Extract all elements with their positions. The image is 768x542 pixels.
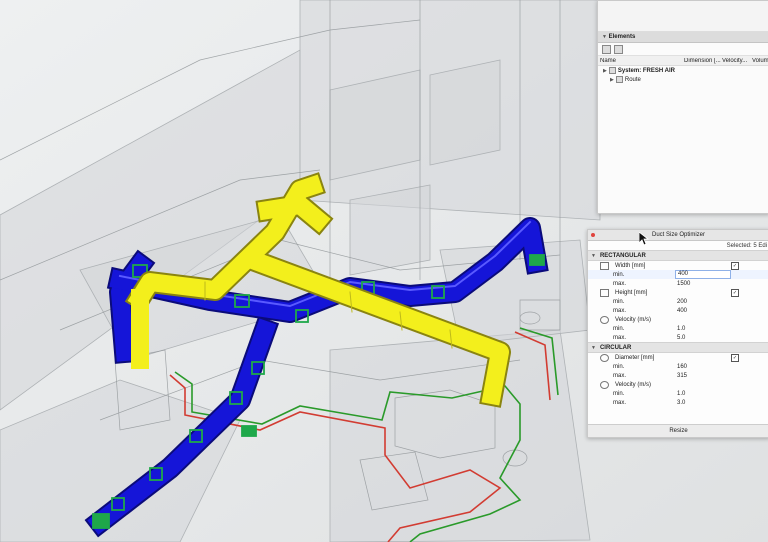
width-icon [600, 261, 609, 270]
tree-item-label: Route [624, 76, 641, 83]
column-volume[interactable]: Volum [752, 58, 768, 64]
param-velocity-circ: Velocity (m/s) [588, 380, 768, 389]
list-view-icon[interactable] [614, 44, 623, 54]
param-diameter: Diameter [mm] ✓ [588, 353, 768, 362]
min-label: min. [613, 298, 625, 305]
diameter-checkbox[interactable]: ✓ [731, 354, 739, 362]
tree-item-route[interactable]: ▶ Route [598, 75, 768, 84]
velocity-rect-min-value[interactable]: 1.0 [677, 326, 685, 332]
elements-panel-topstrip [598, 1, 768, 32]
velocity-rect-max-row: max. 5.0 [588, 333, 768, 342]
height-checkbox[interactable]: ✓ [731, 289, 739, 297]
height-min-row: min. 200 [588, 297, 768, 306]
param-label: Diameter [mm] [615, 354, 655, 361]
min-label: min. [613, 271, 625, 278]
duct-size-optimizer-panel: Duct Size Optimizer Selected: 5 Edi ▼ RE… [587, 229, 768, 438]
column-velocity[interactable]: Velocity... [722, 58, 752, 64]
max-label: max. [613, 399, 627, 406]
collapse-triangle-icon[interactable]: ▼ [602, 34, 607, 40]
diameter-max-row: max. 315 [588, 371, 768, 380]
column-name[interactable]: Name [598, 58, 684, 64]
velocity-circ-min-value[interactable]: 1.0 [677, 391, 685, 397]
height-icon [600, 288, 609, 297]
elements-panel-title: Elements [608, 34, 636, 40]
velocity-circ-max-row: max. 3.0 [588, 398, 768, 407]
optimizer-title: Duct Size Optimizer [651, 232, 705, 238]
width-max-row: max. 1500 [588, 279, 768, 288]
diameter-min-value[interactable]: 160 [677, 364, 687, 370]
elements-column-header: Name Dimension [... Velocity... Volum [598, 56, 768, 66]
param-label: Velocity (m/s) [615, 316, 652, 323]
width-min-row: min. 400 [588, 270, 768, 279]
param-label: Velocity (m/s) [615, 381, 652, 388]
section-circular[interactable]: ▼ CIRCULAR [588, 342, 768, 353]
elements-panel-header[interactable]: ▼ Elements [598, 32, 768, 43]
velocity-icon [600, 315, 609, 324]
height-max-value[interactable]: 400 [677, 308, 687, 314]
param-velocity-rect: Velocity (m/s) [588, 315, 768, 324]
param-width: Width [mm] ✓ [588, 261, 768, 270]
diameter-max-value[interactable]: 315 [677, 373, 687, 379]
expand-triangle-icon[interactable]: ▶ [603, 68, 607, 74]
velocity-icon [600, 380, 609, 389]
optimizer-titlebar[interactable]: Duct Size Optimizer [588, 230, 768, 241]
param-label: Width [mm] [615, 262, 646, 269]
selection-count: Selected: 5 Edi [726, 242, 767, 249]
column-dimension[interactable]: Dimension [... [684, 58, 722, 64]
height-max-row: max. 400 [588, 306, 768, 315]
min-label: min. [613, 363, 625, 370]
grid-view-icon[interactable] [602, 44, 611, 54]
max-label: max. [613, 372, 627, 379]
velocity-circ-min-row: min. 1.0 [588, 389, 768, 398]
section-title: RECTANGULAR [599, 252, 646, 259]
elements-panel: ▼ Elements Name Dimension [... Velocity.… [597, 0, 768, 214]
close-icon[interactable] [591, 233, 595, 237]
velocity-rect-max-value[interactable]: 5.0 [677, 335, 685, 341]
param-height: Height [mm] ✓ [588, 288, 768, 297]
tree-item-system[interactable]: ▶ System: FRESH AIR [598, 66, 768, 75]
max-label: max. [613, 334, 627, 341]
max-label: max. [613, 280, 627, 287]
section-rectangular[interactable]: ▼ RECTANGULAR [588, 250, 768, 261]
tree-item-label: System: FRESH AIR [617, 67, 675, 74]
elements-toolbar [598, 43, 768, 56]
diameter-min-row: min. 160 [588, 362, 768, 371]
width-checkbox[interactable]: ✓ [731, 262, 739, 270]
mouse-cursor-icon [638, 231, 650, 251]
route-icon [615, 76, 623, 83]
collapse-triangle-icon[interactable]: ▼ [591, 345, 596, 351]
collapse-triangle-icon[interactable]: ▼ [591, 253, 596, 259]
min-label: min. [613, 390, 625, 397]
width-max-value[interactable]: 1500 [677, 281, 690, 287]
min-label: min. [613, 325, 625, 332]
system-icon [608, 67, 616, 74]
section-title: CIRCULAR [599, 344, 632, 351]
diameter-icon [600, 353, 609, 362]
width-min-input[interactable]: 400 [675, 270, 731, 279]
resize-label: Resize [669, 428, 688, 434]
expand-triangle-icon[interactable]: ▶ [610, 77, 614, 83]
max-label: max. [613, 307, 627, 314]
height-min-value[interactable]: 200 [677, 299, 687, 305]
velocity-circ-max-value[interactable]: 3.0 [677, 400, 685, 406]
velocity-rect-min-row: min. 1.0 [588, 324, 768, 333]
param-label: Height [mm] [615, 289, 648, 296]
resize-button[interactable]: Resize [588, 424, 768, 437]
